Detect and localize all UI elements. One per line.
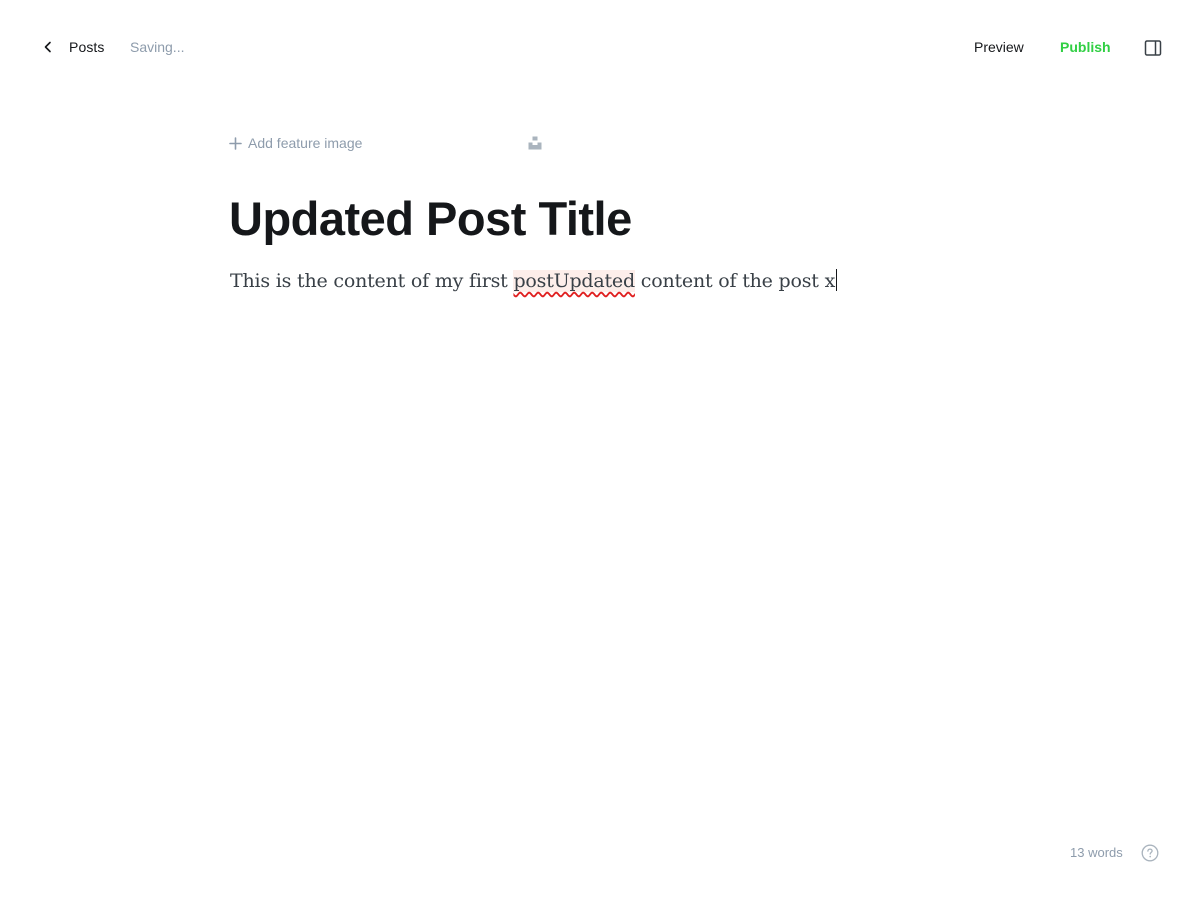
help-circle-icon[interactable] <box>1141 844 1159 862</box>
misspelled-word[interactable]: postUpdated <box>513 270 635 292</box>
save-status: Saving... <box>130 39 185 55</box>
feature-image-row: Add feature image <box>229 133 542 153</box>
body-text-continued: content of the post x <box>634 270 836 292</box>
post-title-input[interactable]: Updated Post Title <box>229 190 632 248</box>
publish-button[interactable]: Publish <box>1060 39 1111 55</box>
editor-header: Posts Saving... Preview Publish <box>0 0 1200 94</box>
plus-icon <box>229 136 242 150</box>
preview-button[interactable]: Preview <box>974 39 1024 55</box>
chevron-left-icon <box>44 41 51 53</box>
unsplash-icon[interactable] <box>528 136 542 150</box>
add-feature-image-button[interactable]: Add feature image <box>229 135 362 151</box>
back-to-posts-link[interactable]: Posts <box>40 34 105 60</box>
word-count: 13 words <box>1070 845 1123 860</box>
back-label: Posts <box>69 39 105 55</box>
body-text: This is the content of my first <box>230 270 514 292</box>
text-cursor <box>836 269 838 291</box>
post-editor: Posts Saving... Preview Publish Add feat… <box>0 0 1200 900</box>
sidebar-toggle-icon[interactable] <box>1144 39 1162 57</box>
add-feature-image-label: Add feature image <box>248 135 363 151</box>
post-body-editor[interactable]: This is the content of my first postUpda… <box>230 267 838 295</box>
